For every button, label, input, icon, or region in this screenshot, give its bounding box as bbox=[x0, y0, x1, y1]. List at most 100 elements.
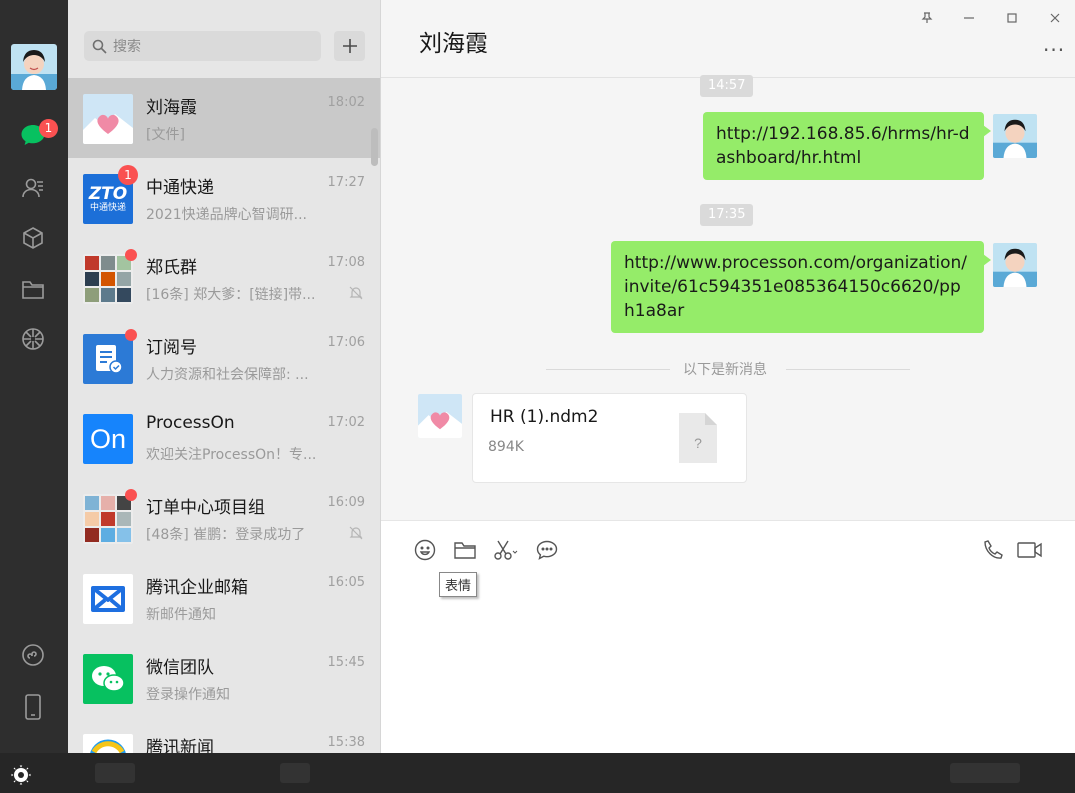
chat-preview: 登录操作通知 bbox=[146, 687, 230, 703]
phone-icon[interactable] bbox=[19, 693, 47, 721]
wechat-logo-icon bbox=[92, 666, 125, 692]
avatar[interactable] bbox=[993, 243, 1037, 287]
chat-preview: 2021快递品牌心智调研... bbox=[146, 207, 307, 223]
video-call-button[interactable] bbox=[1017, 537, 1043, 563]
chat-name: 订单中心项目组 bbox=[146, 498, 265, 518]
folder-icon bbox=[454, 542, 476, 559]
maximize-icon bbox=[1007, 13, 1017, 23]
close-icon bbox=[1050, 13, 1060, 23]
voice-call-button[interactable] bbox=[981, 537, 1007, 563]
mute-icon bbox=[349, 526, 363, 540]
chat-time: 15:45 bbox=[327, 655, 365, 670]
chat-time: 16:05 bbox=[327, 575, 365, 590]
taskbar-item bbox=[95, 763, 135, 783]
message-timestamp: 14:57 bbox=[700, 75, 754, 97]
contacts-icon[interactable] bbox=[19, 174, 47, 202]
bottom-taskbar bbox=[0, 753, 1075, 793]
screenshot-button[interactable] bbox=[493, 537, 519, 563]
chat-preview: [16条] 郑大爹：[链接]带... bbox=[146, 287, 316, 303]
mini-program-icon[interactable] bbox=[19, 641, 47, 669]
settings-gear-icon[interactable] bbox=[10, 764, 32, 786]
file-message[interactable]: HR (1).ndm2 894K ? bbox=[472, 393, 747, 483]
pin-button[interactable] bbox=[917, 8, 937, 28]
more-options-icon[interactable]: ··· bbox=[1043, 38, 1065, 62]
video-camera-icon bbox=[1017, 542, 1042, 558]
chat-preview: [48条] 崔鹏：登录成功了 bbox=[146, 527, 306, 543]
processon-logo: On bbox=[83, 414, 133, 464]
processon-logo-text: On bbox=[89, 423, 127, 454]
chat-item[interactable]: 郑氏群 17:08 [16条] 郑大爹：[链接]带... bbox=[68, 238, 380, 318]
chat-name: 刘海霞 bbox=[146, 98, 197, 118]
chat-name: 腾讯企业邮箱 bbox=[146, 578, 248, 598]
chat-bubble-icon bbox=[536, 540, 558, 560]
chat-name: 郑氏群 bbox=[146, 258, 197, 278]
unread-badge: 1 bbox=[118, 165, 138, 185]
group-avatar bbox=[83, 494, 133, 544]
minimize-icon bbox=[964, 17, 974, 19]
chat-name: 中通快递 bbox=[146, 178, 214, 198]
pin-icon bbox=[921, 12, 933, 23]
chat-item[interactable]: On ProcessOn 17:02 欢迎关注ProcessOn！专... bbox=[68, 398, 380, 478]
zto-logo-text: ZTO bbox=[88, 183, 128, 204]
search-icon bbox=[92, 39, 107, 54]
chat-preview: [文件] bbox=[146, 127, 185, 143]
my-avatar[interactable] bbox=[11, 44, 57, 90]
send-file-button[interactable] bbox=[452, 537, 478, 563]
subscription-avatar bbox=[83, 334, 133, 384]
chat-item[interactable]: ZTO 中通快递 1 中通快递 17:27 2021快递品牌心智调研... bbox=[68, 158, 380, 238]
chat-time: 17:06 bbox=[327, 335, 365, 350]
chat-time: 17:08 bbox=[327, 255, 365, 270]
phone-icon bbox=[984, 540, 1003, 559]
chat-unread-badge: 1 bbox=[39, 119, 58, 138]
collections-icon[interactable] bbox=[19, 224, 47, 252]
chat-list-scrollbar[interactable] bbox=[371, 128, 378, 166]
chat-name: 订阅号 bbox=[146, 338, 197, 358]
add-button[interactable] bbox=[334, 31, 365, 61]
maximize-button[interactable] bbox=[1002, 8, 1022, 28]
close-button[interactable] bbox=[1045, 8, 1065, 28]
chat-item[interactable]: 订单中心项目组 16:09 [48条] 崔鹏：登录成功了 bbox=[68, 478, 380, 558]
file-size: 894K bbox=[488, 439, 524, 455]
search-placeholder: 搜索 bbox=[113, 39, 141, 55]
emoji-button[interactable] bbox=[412, 537, 438, 563]
divider-line bbox=[786, 369, 910, 370]
chat-item[interactable]: 腾讯企业邮箱 16:05 新邮件通知 bbox=[68, 558, 380, 638]
group-avatar bbox=[83, 254, 133, 304]
chat-preview: 新邮件通知 bbox=[146, 607, 216, 623]
chat-item[interactable]: 订阅号 17:06 人力资源和社会保障部: ... bbox=[68, 318, 380, 398]
message-timestamp: 17:35 bbox=[700, 204, 754, 226]
file-icon-glyph: ? bbox=[694, 435, 702, 451]
unread-dot bbox=[125, 489, 137, 501]
avatar bbox=[83, 94, 133, 144]
taskbar-item bbox=[280, 763, 310, 783]
chat-time: 17:27 bbox=[327, 175, 365, 190]
divider-line bbox=[546, 369, 670, 370]
sent-message[interactable]: http://www.processon.com/organization/in… bbox=[611, 241, 991, 333]
chat-name: ProcessOn bbox=[146, 413, 235, 433]
sent-message[interactable]: http://192.168.85.6/hrms/hr-dashboard/hr… bbox=[703, 112, 991, 180]
avatar[interactable] bbox=[993, 114, 1037, 158]
new-messages-divider: 以下是新消息 bbox=[683, 362, 767, 378]
message-input-area[interactable]: 表情 bbox=[381, 520, 1075, 753]
avatar[interactable] bbox=[418, 394, 462, 438]
folder-icon[interactable] bbox=[19, 275, 47, 303]
file-icon: ? bbox=[679, 413, 717, 463]
mail-logo-icon bbox=[91, 586, 125, 612]
plus-icon bbox=[342, 39, 357, 53]
chat-item[interactable]: 微信团队 15:45 登录操作通知 bbox=[68, 638, 380, 718]
emoji-icon bbox=[414, 539, 436, 561]
chat-history-button[interactable] bbox=[534, 537, 560, 563]
search-input[interactable]: 搜索 bbox=[84, 31, 321, 61]
unread-dot bbox=[125, 329, 137, 341]
chat-item[interactable]: 刘海霞 18:02 [文件] bbox=[68, 78, 380, 158]
conversation-panel: 刘海霞 ··· 14:57 http://192.168.85.6/hrms/h… bbox=[381, 0, 1075, 793]
minimize-button[interactable] bbox=[959, 8, 979, 28]
chat-list-panel: 搜索 刘海霞 18:02 [文件] ZTO 中通快递 1 中通快递 17:27 … bbox=[68, 0, 381, 793]
scissors-icon bbox=[494, 540, 518, 560]
unread-dot bbox=[125, 249, 137, 261]
taskbar-item bbox=[950, 763, 1020, 783]
subscription-icon bbox=[96, 345, 123, 374]
chat-time: 17:02 bbox=[327, 415, 365, 430]
moments-icon[interactable] bbox=[19, 325, 47, 353]
chat-time: 15:38 bbox=[327, 735, 365, 750]
